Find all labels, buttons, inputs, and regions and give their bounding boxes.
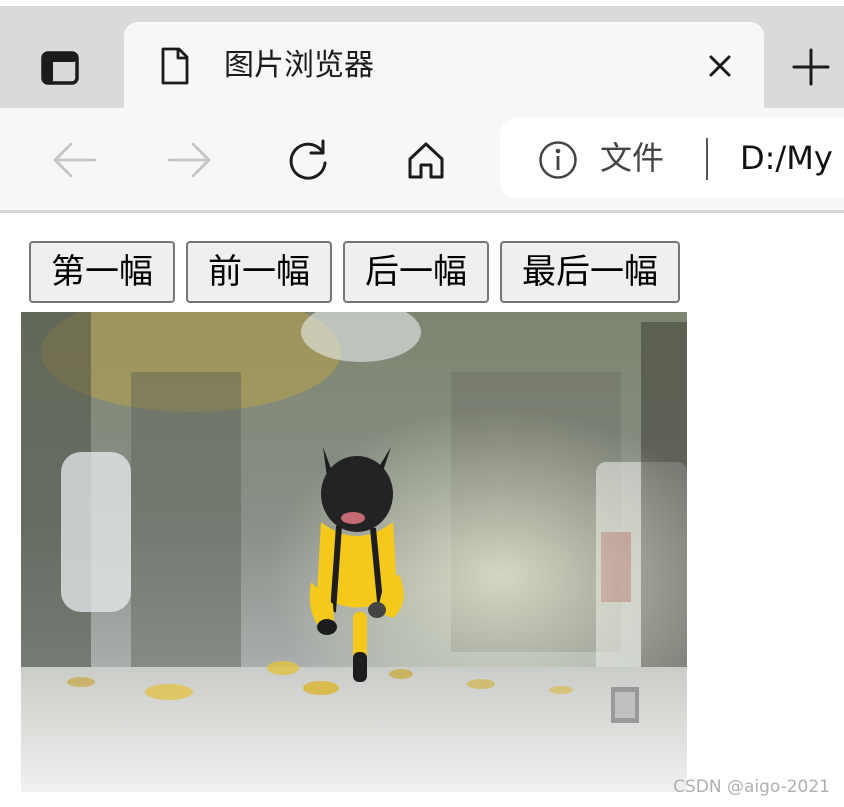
- back-arrow-icon: [53, 142, 97, 178]
- plus-icon: [792, 48, 830, 86]
- document-icon: [161, 47, 189, 85]
- home-button[interactable]: [396, 130, 456, 190]
- info-icon[interactable]: [538, 140, 578, 180]
- new-tab-button[interactable]: [784, 40, 838, 94]
- browser-toolbar: 文件 D:/My: [0, 108, 844, 213]
- forward-arrow-icon: [167, 142, 211, 178]
- address-separator: [706, 138, 708, 180]
- tab-title: 图片浏览器: [224, 48, 374, 83]
- window-top-edge: [0, 0, 844, 6]
- refresh-button[interactable]: [278, 130, 338, 190]
- address-bar[interactable]: 文件 D:/My: [500, 118, 844, 198]
- close-icon: [709, 55, 731, 77]
- forward-button[interactable]: [160, 130, 220, 190]
- home-icon: [408, 142, 444, 179]
- active-tab[interactable]: 图片浏览器: [124, 22, 764, 108]
- csdn-watermark: CSDN @aigo-2021: [673, 777, 830, 797]
- tab-actions-icon: [41, 51, 79, 85]
- tab-actions-button[interactable]: [30, 42, 90, 94]
- scheme-label: 文件: [600, 139, 665, 177]
- url-text[interactable]: D:/My: [740, 138, 833, 178]
- previous-image-button[interactable]: 前一幅: [186, 241, 332, 303]
- tab-strip: 图片浏览器: [0, 0, 844, 108]
- first-image-button[interactable]: 第一幅: [29, 241, 175, 303]
- refresh-icon: [289, 139, 327, 180]
- tab-close-button[interactable]: [702, 48, 738, 84]
- back-button[interactable]: [44, 130, 104, 190]
- next-image-button[interactable]: 后一幅: [343, 241, 489, 303]
- dog-photo: [21, 312, 687, 792]
- last-image-button[interactable]: 最后一幅: [500, 241, 680, 303]
- image-navigation: 第一幅 前一幅 后一幅 最后一幅: [29, 241, 680, 303]
